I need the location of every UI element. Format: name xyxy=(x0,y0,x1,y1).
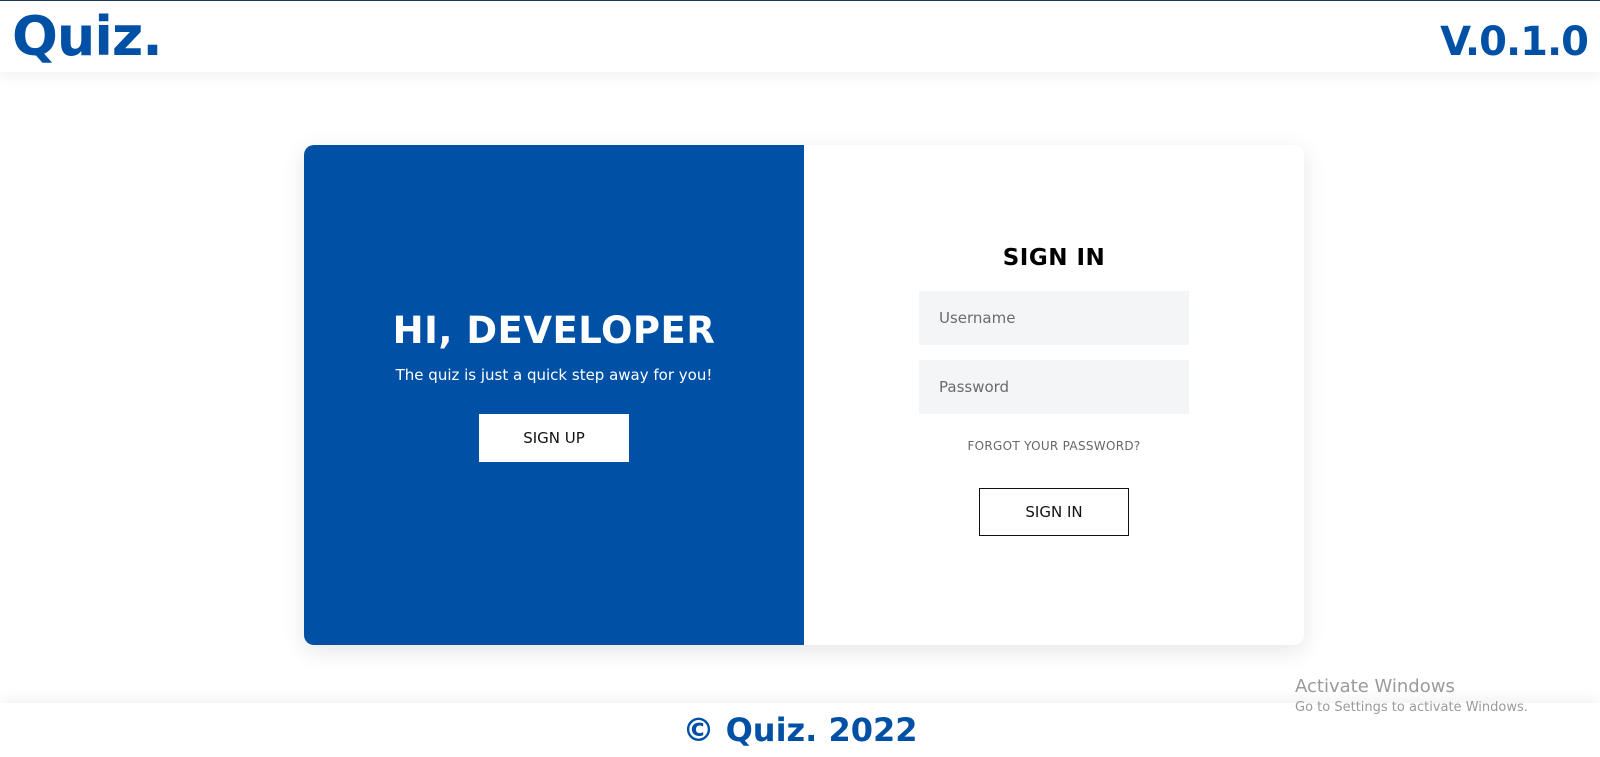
top-header: Quiz. V.0.1.0 xyxy=(0,1,1600,72)
sign-in-button[interactable]: SIGN IN xyxy=(979,488,1129,536)
logo[interactable]: Quiz. xyxy=(12,5,163,68)
sign-up-button[interactable]: SIGN UP xyxy=(479,414,629,462)
welcome-panel: HI, DEVELOPER The quiz is just a quick s… xyxy=(304,145,804,645)
sign-in-panel: SIGN IN FORGOT YOUR PASSWORD? SIGN IN xyxy=(804,145,1304,645)
sign-in-title: SIGN IN xyxy=(1002,245,1106,271)
welcome-tagline: The quiz is just a quick step away for y… xyxy=(395,366,713,384)
copyright-text: © Quiz. 2022 xyxy=(682,711,918,749)
forgot-password-link[interactable]: FORGOT YOUR PASSWORD? xyxy=(804,439,1304,453)
activate-windows-watermark: Activate Windows Go to Settings to activ… xyxy=(1295,676,1528,715)
welcome-title: HI, DEVELOPER xyxy=(392,309,716,352)
password-input[interactable] xyxy=(919,360,1189,414)
username-input[interactable] xyxy=(919,291,1189,345)
watermark-subtitle: Go to Settings to activate Windows. xyxy=(1295,700,1528,715)
watermark-title: Activate Windows xyxy=(1295,676,1455,697)
auth-card: HI, DEVELOPER The quiz is just a quick s… xyxy=(304,145,1304,645)
version-label: V.0.1.0 xyxy=(1440,19,1589,65)
